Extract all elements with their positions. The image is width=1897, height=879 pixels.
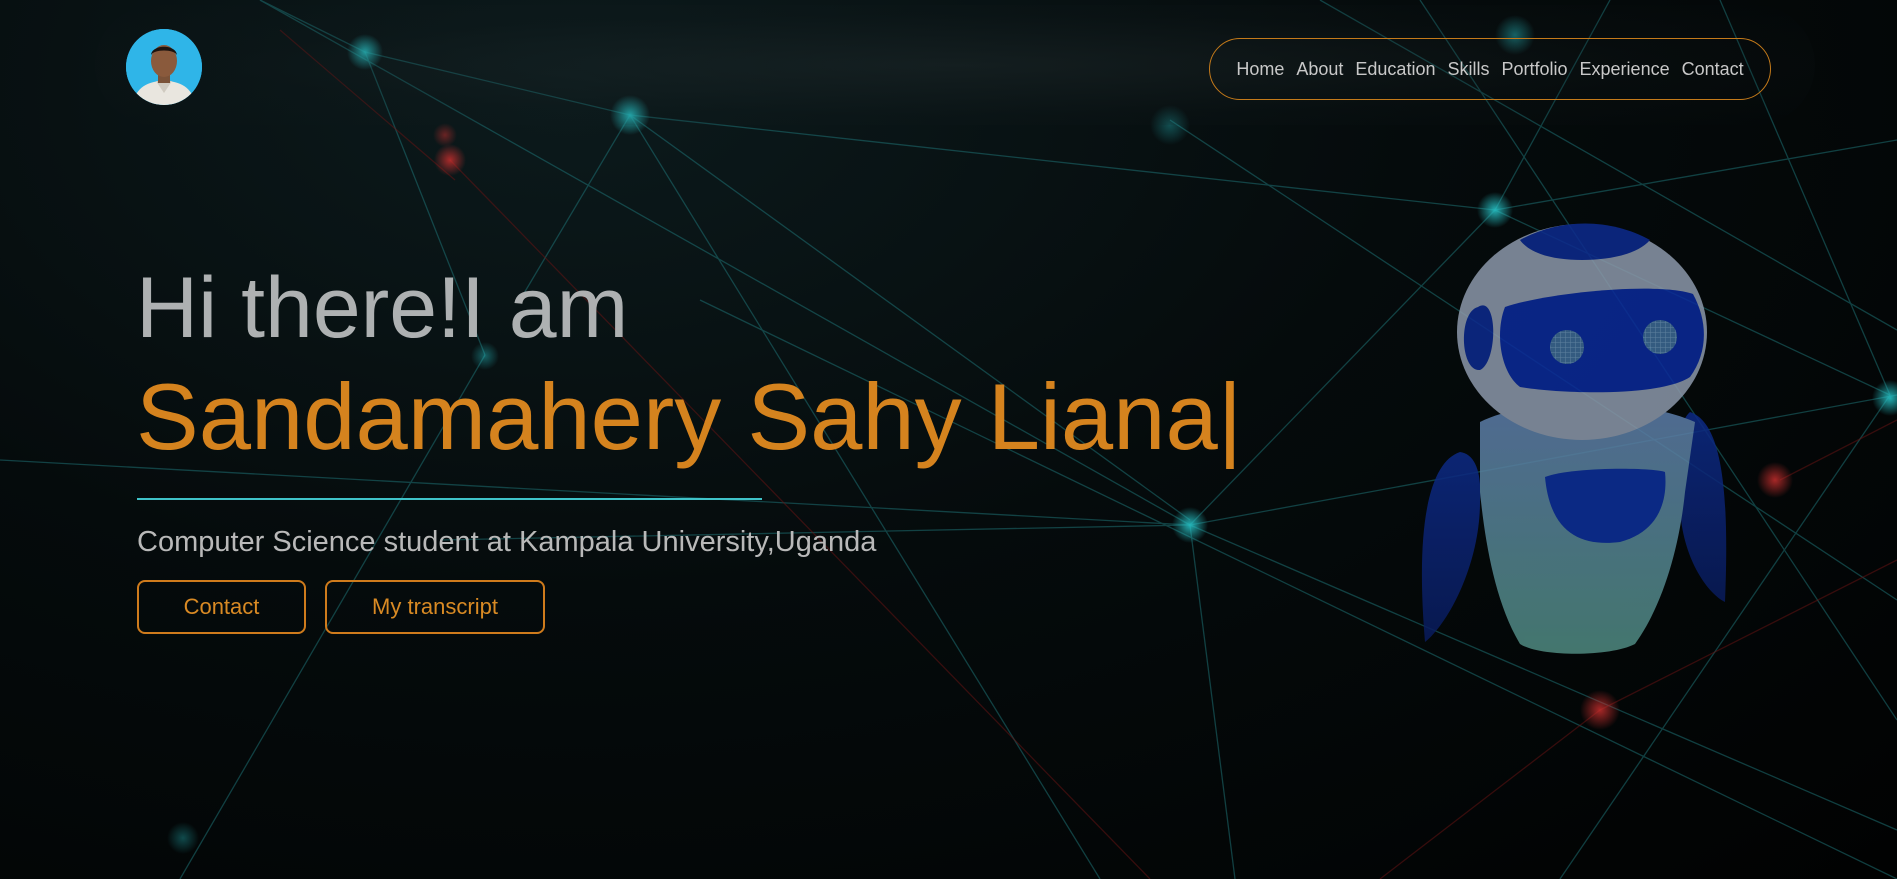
avatar[interactable] [126,29,202,105]
nav-item-experience[interactable]: Experience [1580,59,1670,80]
nav-item-skills[interactable]: Skills [1447,59,1489,80]
contact-button[interactable]: Contact [137,580,306,634]
nav-item-education[interactable]: Education [1355,59,1435,80]
main-nav: Home About Education Skills Portfolio Ex… [1209,38,1771,100]
robot-icon [1421,223,1727,654]
hero-divider [137,498,762,500]
profile-photo-icon [126,29,202,105]
transcript-button[interactable]: My transcript [325,580,545,634]
hero-name: Sandamahery Sahy Liana| [136,362,1242,472]
hero-greeting: Hi there!I am [136,260,629,356]
hero-name-text: Sandamahery Sahy Liana [136,364,1218,469]
typing-cursor: | [1217,364,1243,469]
nav-item-about[interactable]: About [1296,59,1343,80]
nav-item-home[interactable]: Home [1236,59,1284,80]
nav-item-portfolio[interactable]: Portfolio [1501,59,1567,80]
nav-item-contact[interactable]: Contact [1682,59,1744,80]
hero-subtitle: Computer Science student at Kampala Univ… [137,526,877,558]
